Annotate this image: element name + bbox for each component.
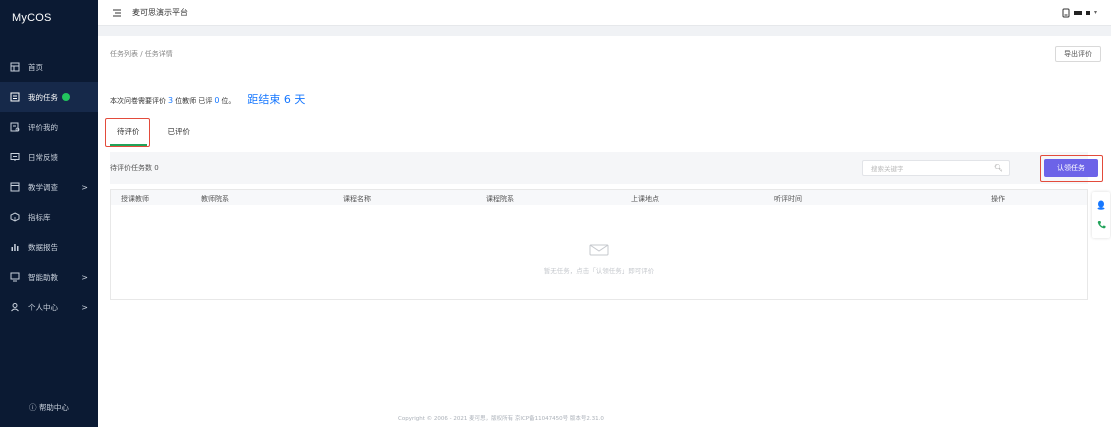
empty-state: 暂无任务，点击「认领任务」即可评价 bbox=[111, 244, 1087, 275]
search-icon[interactable]: 🔍︎ bbox=[994, 164, 1003, 172]
chevron-right-icon: > bbox=[81, 302, 88, 312]
floating-contact-panel bbox=[1092, 192, 1110, 238]
feedback-icon bbox=[10, 152, 20, 162]
export-evaluation-button[interactable]: 导出评价 bbox=[1055, 46, 1101, 62]
sidebar-item-label: 数据报告 bbox=[28, 242, 58, 252]
col-course-dept: 课程院系 bbox=[486, 195, 514, 203]
user-role-redacted bbox=[1085, 10, 1090, 15]
sidebar-nav: 首页 我的任务 评价我的 日常反馈 教学调查 > 指标库 数据报告 智能助教 >… bbox=[0, 52, 98, 322]
top-bar: 麦可思演示平台 ▾ bbox=[98, 0, 1111, 26]
search-input[interactable]: 搜索关键字 🔍︎ bbox=[862, 160, 1010, 176]
sidebar-item-label: 我的任务 bbox=[28, 92, 58, 102]
sidebar-item-feedback[interactable]: 日常反馈 bbox=[0, 142, 98, 172]
sidebar-item-label: 智能助教 bbox=[28, 272, 58, 282]
sidebar-item-label: 首页 bbox=[28, 62, 43, 72]
highlight-box-claim bbox=[1040, 155, 1103, 182]
chevron-right-icon: > bbox=[81, 182, 88, 192]
col-teacher: 授课教师 bbox=[121, 195, 149, 203]
search-placeholder: 搜索关键字 bbox=[871, 165, 904, 173]
sidebar-item-label: 个人中心 bbox=[28, 302, 58, 312]
sidebar-item-label: 日常反馈 bbox=[28, 152, 58, 162]
teacher-count: 3 bbox=[168, 96, 174, 105]
col-time: 听评时间 bbox=[774, 195, 802, 203]
sidebar-item-label: 指标库 bbox=[28, 212, 51, 222]
help-icon: ⓘ bbox=[29, 403, 39, 412]
phone-icon[interactable] bbox=[1097, 220, 1106, 229]
task-table: 授课教师 教师院系 课程名称 课程院系 上课地点 听评时间 操作 暂无任务，点击… bbox=[110, 189, 1088, 300]
deadline-text: 距结束 6 天 bbox=[247, 93, 306, 106]
tab-evaluated[interactable]: 已评价 bbox=[161, 121, 198, 142]
help-label: 帮助中心 bbox=[38, 403, 69, 412]
sidebar-item-home[interactable]: 首页 bbox=[0, 52, 98, 82]
chevron-right-icon: > bbox=[81, 272, 88, 282]
qq-icon[interactable] bbox=[1097, 200, 1105, 210]
user-icon bbox=[10, 302, 20, 312]
sidebar-item-reports[interactable]: 数据报告 bbox=[0, 232, 98, 262]
user-menu[interactable]: ▾ bbox=[1062, 8, 1097, 18]
evaluate-icon bbox=[10, 122, 20, 132]
caret-down-icon: ▾ bbox=[1093, 9, 1097, 16]
task-summary: 本次问卷需要评价 3 位教师 已评 0 位。 距结束 6 天 bbox=[110, 91, 305, 107]
breadcrumb[interactable]: 任务列表 / 任务详情 bbox=[110, 49, 173, 59]
survey-icon bbox=[10, 182, 20, 192]
empty-inbox-icon bbox=[589, 244, 609, 256]
assistant-icon bbox=[10, 272, 20, 282]
logo[interactable]: MyCOS bbox=[0, 0, 98, 36]
summary-mid: 位教师 已评 bbox=[175, 97, 213, 105]
sidebar-item-survey[interactable]: 教学调查 > bbox=[0, 172, 98, 202]
menu-toggle-icon[interactable] bbox=[112, 8, 122, 18]
sidebar-item-indicators[interactable]: 指标库 bbox=[0, 202, 98, 232]
home-icon bbox=[10, 62, 20, 72]
logo-text: MyCOS bbox=[12, 12, 52, 24]
col-teacher-dept: 教师院系 bbox=[201, 195, 229, 203]
sidebar-item-assistant[interactable]: 智能助教 > bbox=[0, 262, 98, 292]
notification-badge bbox=[62, 93, 70, 101]
main-content: 任务列表 / 任务详情 导出评价 本次问卷需要评价 3 位教师 已评 0 位。 … bbox=[98, 36, 1111, 427]
col-location: 上课地点 bbox=[631, 195, 659, 203]
empty-text: 暂无任务，点击「认领任务」即可评价 bbox=[543, 267, 655, 275]
sidebar-item-label: 教学调查 bbox=[28, 182, 58, 192]
table-header: 授课教师 教师院系 课程名称 课程院系 上课地点 听评时间 操作 bbox=[111, 190, 1087, 205]
footer-copyright: Copyright © 2006 - 2021 麦可思，版权所有 京ICP备11… bbox=[398, 416, 604, 422]
evaluated-count: 0 bbox=[214, 96, 220, 105]
pending-count: 待评价任务数 0 bbox=[110, 164, 159, 172]
highlight-box-tab bbox=[105, 118, 150, 147]
sidebar-item-evaluate-me[interactable]: 评价我的 bbox=[0, 112, 98, 142]
task-toolbar: 待评价任务数 0 搜索关键字 🔍︎ 认领任务 bbox=[110, 152, 1103, 184]
sidebar-item-my-tasks[interactable]: 我的任务 bbox=[0, 82, 98, 112]
summary-prefix: 本次问卷需要评价 bbox=[110, 97, 166, 105]
summary-suffix: 位。 bbox=[221, 97, 236, 105]
help-center-link[interactable]: ⓘ 帮助中心 bbox=[0, 402, 98, 413]
chart-icon bbox=[10, 242, 20, 252]
platform-title: 麦可思演示平台 bbox=[132, 8, 188, 17]
sidebar: MyCOS 首页 我的任务 评价我的 日常反馈 教学调查 > 指标库 数据报告 … bbox=[0, 0, 98, 427]
col-action: 操作 bbox=[991, 195, 1005, 203]
cube-icon bbox=[10, 212, 20, 222]
user-name-redacted bbox=[1073, 10, 1082, 15]
col-course-name: 课程名称 bbox=[343, 195, 371, 203]
sidebar-item-label: 评价我的 bbox=[28, 122, 58, 132]
task-icon bbox=[10, 92, 20, 102]
sidebar-item-personal[interactable]: 个人中心 > bbox=[0, 292, 98, 322]
avatar bbox=[1062, 8, 1070, 17]
